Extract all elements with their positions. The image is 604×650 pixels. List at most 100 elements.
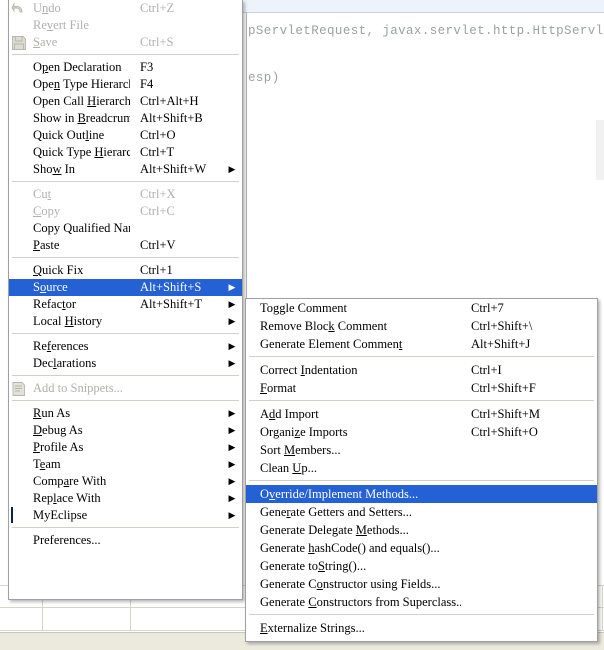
- menu-item-accelerator: Ctrl+Shift+O: [471, 424, 538, 439]
- submenu-item-externalize-strings[interactable]: Externalize Strings...: [246, 619, 597, 637]
- menu-item-show-in[interactable]: Show In Alt+Shift+W ▶: [9, 161, 242, 178]
- menu-item-local-history[interactable]: Local History ▶: [9, 313, 242, 330]
- menu-item-accelerator: F3: [140, 60, 154, 74]
- icon-slot-empty: [11, 145, 31, 161]
- submenu-item-sort-members[interactable]: Sort Members...: [246, 441, 597, 459]
- icon-slot-empty: [11, 221, 31, 237]
- menu-item-label: Clean Up...: [260, 460, 317, 475]
- menu-item-accelerator: Ctrl+Shift+M: [471, 406, 540, 421]
- submenu-item-generate-tostring[interactable]: Generate toString()...: [246, 557, 597, 575]
- submenu-item-generate-hashcode-and-equals[interactable]: Generate hashCode() and equals()...: [246, 539, 597, 557]
- menu-item-label: Declarations: [33, 356, 97, 370]
- menu-item-add-to-snippets: Add to Snippets...: [9, 380, 242, 397]
- menu-item-references[interactable]: References ▶: [9, 338, 242, 355]
- menu-separator: [12, 375, 239, 377]
- menu-item-accelerator: Alt+Shift+S: [140, 280, 202, 294]
- menu-item-myeclipse[interactable]: MyEclipse ▶: [9, 506, 242, 524]
- menu-item-declarations[interactable]: Declarations ▶: [9, 355, 242, 372]
- menu-item-accelerator: F4: [140, 77, 154, 91]
- menu-item-undo: Undo Ctrl+Z: [9, 0, 242, 17]
- menu-item-accelerator: Alt+Shift+T: [140, 297, 203, 311]
- menu-separator: [249, 356, 594, 358]
- submenu-arrow-icon: ▶: [228, 425, 236, 435]
- menu-item-label: Generate Getters and Setters...: [260, 504, 413, 519]
- editor-context-menu[interactable]: Undo Ctrl+Z Revert File Save Ctrl+S Open Decl…: [8, 0, 243, 600]
- menu-item-label: Override/Implement Methods...: [260, 486, 419, 501]
- submenu-arrow-icon: ▶: [228, 358, 236, 368]
- snippets-icon: [11, 381, 31, 397]
- menu-item-label: Organize Imports: [260, 424, 348, 439]
- menu-item-label: Copy Qualified Name: [33, 221, 130, 235]
- menu-item-refactor[interactable]: Refactor Alt+Shift+T ▶: [9, 296, 242, 313]
- submenu-item-generate-delegate-methods[interactable]: Generate Delegate Methods...: [246, 521, 597, 539]
- submenu-item-clean-up[interactable]: Clean Up...: [246, 459, 597, 477]
- submenu-item-generate-getters-and-setters[interactable]: Generate Getters and Setters...: [246, 503, 597, 521]
- menu-item-label: Generate Delegate Methods...: [260, 522, 409, 537]
- icon-slot-empty: [11, 297, 31, 313]
- myeclipse-icon: [11, 506, 31, 524]
- menu-item-accelerator: Ctrl+O: [140, 128, 176, 142]
- menu-item-profile-as[interactable]: Profile As ▶: [9, 439, 242, 456]
- menu-separator: [12, 257, 239, 259]
- icon-slot-empty: [11, 533, 31, 549]
- menu-item-label: Quick Outline: [33, 128, 105, 142]
- menu-item-quick-type-hierarchy[interactable]: Quick Type Hierarchy Ctrl+T: [9, 144, 242, 161]
- menu-item-label: Externalize Strings...: [260, 620, 365, 635]
- submenu-item-correct-indentation[interactable]: Correct Indentation Ctrl+I: [246, 361, 597, 379]
- menu-separator: [249, 480, 594, 482]
- menu-item-label: Compare With: [33, 474, 107, 488]
- menu-item-label: Refactor: [33, 297, 77, 311]
- menu-item-accelerator: Ctrl+C: [140, 204, 175, 218]
- menu-item-label: Revert File: [33, 18, 89, 32]
- menu-item-paste[interactable]: Paste Ctrl+V: [9, 237, 242, 254]
- menu-item-label: Replace With: [33, 491, 101, 505]
- menu-item-label: Team: [33, 457, 61, 471]
- menu-item-show-in-breadcrumb[interactable]: Show in Breadcrumb Alt+Shift+B: [9, 110, 242, 127]
- menu-item-label: Remove Block Comment: [260, 318, 388, 333]
- menu-item-accelerator: Alt+Shift+B: [140, 111, 203, 125]
- menu-item-team[interactable]: Team ▶: [9, 456, 242, 473]
- menu-item-accelerator: Ctrl+S: [140, 35, 174, 49]
- menu-item-label: Run As: [33, 406, 71, 420]
- menu-item-compare-with[interactable]: Compare With ▶: [9, 473, 242, 490]
- submenu-item-generate-constructor-using-fields[interactable]: Generate Constructor using Fields...: [246, 575, 597, 593]
- menu-item-open-declaration[interactable]: Open Declaration F3: [9, 59, 242, 76]
- save-icon: [11, 35, 31, 51]
- icon-slot-empty: [11, 406, 31, 422]
- menu-item-accelerator: Alt+Shift+W: [140, 162, 207, 176]
- menu-item-quick-fix[interactable]: Quick Fix Ctrl+1: [9, 262, 242, 279]
- screenshot-root: pServletRequest, javax.servlet.http.Http…: [0, 0, 604, 650]
- menu-item-label: Cut: [33, 187, 52, 201]
- editor-scrollbar[interactable]: [596, 120, 604, 180]
- menu-item-run-as[interactable]: Run As ▶: [9, 405, 242, 422]
- submenu-item-organize-imports[interactable]: Organize Imports Ctrl+Shift+O: [246, 423, 597, 441]
- menu-item-copy-qualified-name[interactable]: Copy Qualified Name: [9, 220, 242, 237]
- submenu-arrow-icon: ▶: [228, 316, 236, 326]
- menu-item-open-type-hierarchy[interactable]: Open Type Hierarchy F4: [9, 76, 242, 93]
- menu-item-preferences[interactable]: Preferences...: [9, 532, 242, 549]
- icon-slot-empty: [11, 474, 31, 490]
- submenu-item-add-import[interactable]: Add Import Ctrl+Shift+M: [246, 405, 597, 423]
- menu-item-source[interactable]: Source Alt+Shift+S ▶: [9, 279, 242, 296]
- submenu-item-generate-constructors-from-superclass[interactable]: Generate Constructors from Superclass...: [246, 593, 597, 611]
- icon-slot-empty: [11, 60, 31, 76]
- menu-item-accelerator: Ctrl+1: [140, 263, 173, 277]
- menu-item-label: Generate Constructors from Superclass...: [260, 594, 461, 609]
- icon-slot-empty: [11, 314, 31, 330]
- submenu-item-override-implement-methods[interactable]: Override/Implement Methods...: [246, 485, 597, 503]
- submenu-item-generate-element-comment[interactable]: Generate Element Comment Alt+Shift+J: [246, 335, 597, 353]
- menu-item-accelerator: Ctrl+Shift+F: [471, 380, 536, 395]
- menu-item-replace-with[interactable]: Replace With ▶: [9, 490, 242, 507]
- menu-item-open-call-hierarchy[interactable]: Open Call Hierarchy Ctrl+Alt+H: [9, 93, 242, 110]
- menu-item-accelerator: Ctrl+7: [471, 300, 504, 315]
- submenu-item-remove-block-comment[interactable]: Remove Block Comment Ctrl+Shift+\: [246, 317, 597, 335]
- menu-item-label: Paste: [33, 238, 60, 252]
- menu-item-quick-outline[interactable]: Quick Outline Ctrl+O: [9, 127, 242, 144]
- menu-item-debug-as[interactable]: Debug As ▶: [9, 422, 242, 439]
- menu-item-label: Format: [260, 380, 297, 395]
- submenu-item-toggle-comment[interactable]: Toggle Comment Ctrl+7: [246, 299, 597, 317]
- menu-item-accelerator: Ctrl+Alt+H: [140, 94, 199, 108]
- submenu-item-format[interactable]: Format Ctrl+Shift+F: [246, 379, 597, 397]
- source-submenu[interactable]: Toggle Comment Ctrl+7 Remove Block Comment…: [245, 298, 598, 642]
- menu-item-accelerator: Ctrl+T: [140, 145, 175, 159]
